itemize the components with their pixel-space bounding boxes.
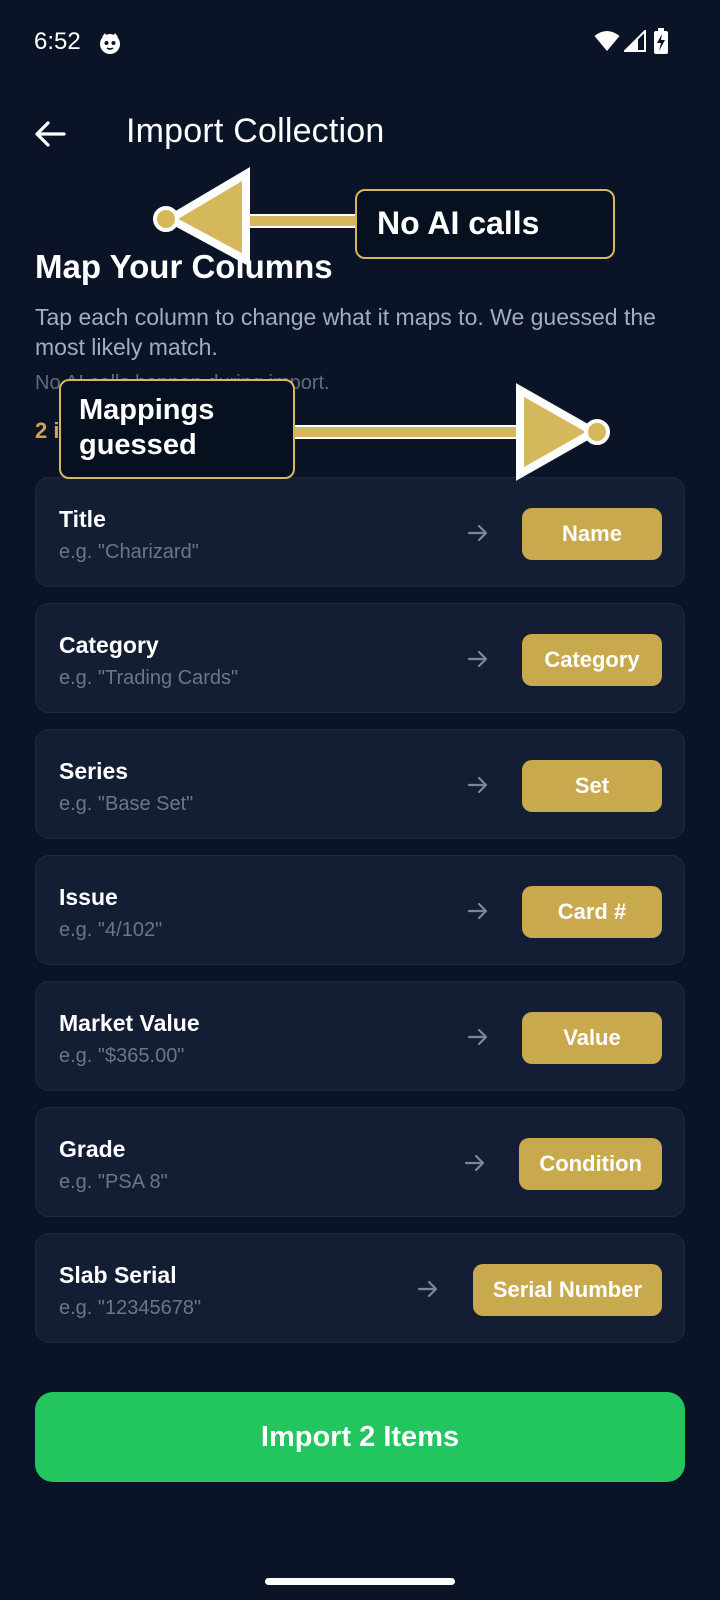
- column-example: e.g. "PSA 8": [59, 1171, 168, 1193]
- arrow-right-icon: [467, 1028, 488, 1046]
- column-example: e.g. "$365.00": [59, 1045, 185, 1067]
- mapping-row-market-value[interactable]: Market Value e.g. "$365.00" Value: [35, 981, 685, 1091]
- column-example: e.g. "4/102": [59, 919, 163, 941]
- home-indicator[interactable]: [265, 1578, 455, 1585]
- mapping-row-title[interactable]: Title e.g. "Charizard" Name: [35, 477, 685, 587]
- column-name: Market Value: [59, 1010, 200, 1036]
- arrow-right-icon: [417, 1280, 438, 1298]
- import-collection-screen: 6:52 Import Collection Map Your Columns …: [0, 0, 720, 1600]
- annotation-callout-ai: No AI calls: [355, 189, 615, 259]
- mapped-field-button[interactable]: Card #: [522, 886, 662, 938]
- status-bar: 6:52: [0, 0, 720, 88]
- mapping-row-series[interactable]: Series e.g. "Base Set" Set: [35, 729, 685, 839]
- mapped-field-button[interactable]: Serial Number: [472, 1264, 662, 1316]
- column-name: Series: [59, 758, 129, 784]
- mapped-field-button[interactable]: Condition: [519, 1138, 662, 1190]
- mapped-field-button[interactable]: Category: [522, 634, 662, 686]
- mapping-row-category[interactable]: Category e.g. "Trading Cards" Category: [35, 603, 685, 713]
- column-name: Slab Serial: [59, 1262, 177, 1288]
- arrow-right-icon: [467, 776, 488, 794]
- section-description: Tap each column to change what it maps t…: [35, 304, 656, 360]
- back-button[interactable]: [24, 108, 76, 160]
- mapped-field-button[interactable]: Set: [522, 760, 662, 812]
- arrow-right-icon: [467, 650, 488, 668]
- mapping-row-issue[interactable]: Issue e.g. "4/102" Card #: [35, 855, 685, 965]
- column-example: e.g. "12345678": [59, 1297, 202, 1319]
- mapping-row-grade[interactable]: Grade e.g. "PSA 8" Condition: [35, 1107, 685, 1217]
- arrow-left-icon: [35, 121, 66, 147]
- page-title: Import Collection: [126, 112, 385, 150]
- import-items-button[interactable]: Import 2 Items: [35, 1392, 685, 1482]
- column-example: e.g. "Base Set": [59, 793, 194, 815]
- arrow-right-icon: [464, 1154, 485, 1172]
- cat-icon: [100, 33, 120, 54]
- annotation-arrow-guess: [291, 383, 610, 481]
- section-title: Map Your Columns: [35, 248, 333, 285]
- column-mapping-list: Title e.g. "Charizard" Name Category e.g…: [35, 477, 685, 1359]
- annotation-callout-guessed: Mappings guessed: [59, 379, 295, 479]
- mapped-field-button[interactable]: Name: [522, 508, 662, 560]
- status-time: 6:52: [34, 28, 81, 55]
- mapping-row-slab-serial[interactable]: Slab Serial e.g. "12345678" Serial Numbe…: [35, 1233, 685, 1343]
- column-example: e.g. "Charizard": [59, 541, 199, 563]
- battery-charging-icon: [654, 28, 668, 54]
- arrow-right-icon: [467, 524, 488, 542]
- column-name: Title: [59, 506, 106, 532]
- wifi-icon: [594, 31, 620, 51]
- arrow-right-icon: [467, 902, 488, 920]
- column-name: Issue: [59, 884, 118, 910]
- column-name: Grade: [59, 1136, 126, 1162]
- column-name: Category: [59, 632, 159, 658]
- column-example: e.g. "Trading Cards": [59, 667, 239, 689]
- mapped-field-button[interactable]: Value: [522, 1012, 662, 1064]
- signal-icon: [624, 30, 646, 52]
